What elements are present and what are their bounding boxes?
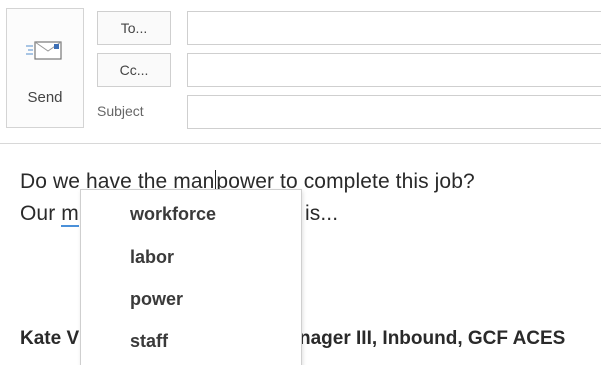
cc-button[interactable]: Cc... xyxy=(97,53,171,87)
body-text: to complete this job? xyxy=(274,170,475,193)
subject-field[interactable] xyxy=(187,95,601,129)
subject-label: Subject xyxy=(97,103,144,119)
send-button[interactable]: Send xyxy=(6,8,84,128)
suggestion-item[interactable]: power xyxy=(130,289,183,310)
body-text: Our xyxy=(20,202,62,225)
suggestion-item[interactable]: workforce xyxy=(130,204,216,225)
body-line-2-end: is... xyxy=(305,202,339,225)
flagged-word-partial[interactable]: m xyxy=(61,202,79,227)
body-line-2[interactable]: Our m xyxy=(20,202,79,227)
to-button[interactable]: To... xyxy=(97,11,171,45)
suggestion-item[interactable]: staff xyxy=(130,331,168,352)
signature-title: nager III, Inbound, GCF ACES xyxy=(299,328,566,349)
to-field[interactable] xyxy=(187,11,601,45)
suggestion-item[interactable]: labor xyxy=(130,247,174,268)
signature-name: Kate V xyxy=(20,328,80,349)
suggestion-menu: workforce labor power staff xyxy=(80,189,302,365)
header-divider xyxy=(0,143,601,144)
cc-field[interactable] xyxy=(187,53,601,87)
send-envelope-icon xyxy=(25,37,65,63)
send-label: Send xyxy=(27,89,63,106)
